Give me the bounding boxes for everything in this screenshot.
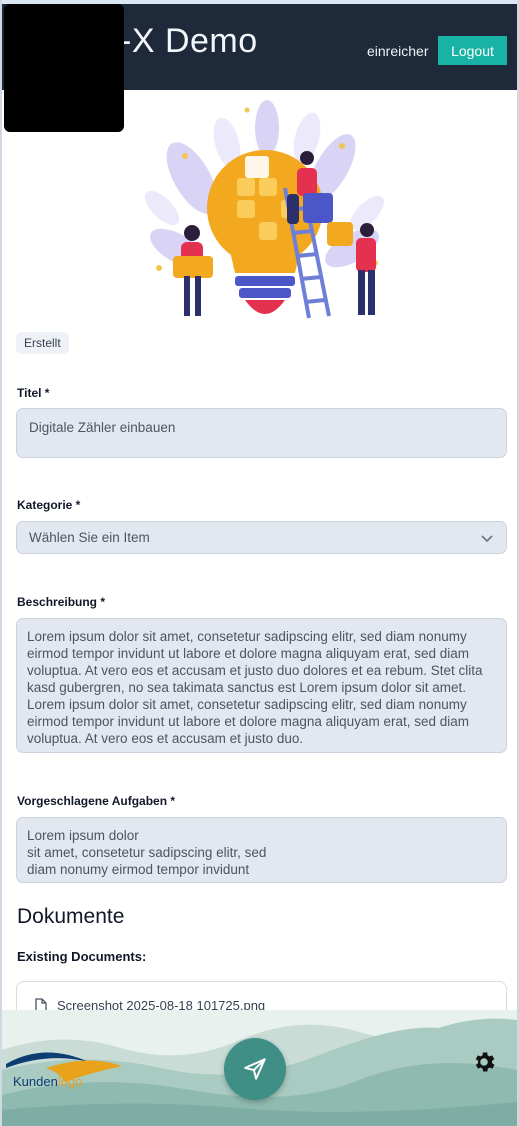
submit-button[interactable]	[224, 1038, 286, 1100]
category-placeholder: Wählen Sie ein Item	[29, 530, 150, 545]
gear-icon[interactable]	[471, 1049, 497, 1075]
existing-documents-label: Existing Documents:	[17, 949, 147, 964]
status-badge: Erstellt	[16, 332, 69, 354]
redacted-logo	[4, 4, 124, 132]
customer-logo: Kundenlogo	[4, 1046, 124, 1092]
description-label: Beschreibung *	[17, 595, 106, 609]
send-icon	[244, 1058, 266, 1080]
chevron-down-icon	[481, 534, 493, 542]
idea-illustration	[144, 100, 385, 319]
tasks-field[interactable]: Lorem ipsum dolor sit amet, consetetur s…	[16, 817, 507, 883]
brand-text-logo: logo	[57, 1074, 83, 1089]
category-label: Kategorie *	[17, 498, 81, 512]
logout-button[interactable]: Logout	[438, 36, 507, 65]
app-title: -X Demo	[120, 22, 258, 60]
app-frame: -X Demo einreicher Logout Erstellt Titel…	[0, 0, 519, 1126]
description-field[interactable]: Lorem ipsum dolor sit amet, consetetur s…	[16, 618, 507, 753]
documents-title: Dokumente	[17, 905, 125, 928]
title-field[interactable]: Digitale Zähler einbauen	[16, 408, 507, 458]
username: einreicher	[367, 43, 429, 59]
category-select[interactable]: Wählen Sie ein Item	[16, 521, 507, 554]
brand-text-kunden: Kunden	[13, 1074, 58, 1089]
tasks-label: Vorgeschlagene Aufgaben *	[17, 794, 176, 808]
title-label: Titel *	[17, 386, 50, 400]
